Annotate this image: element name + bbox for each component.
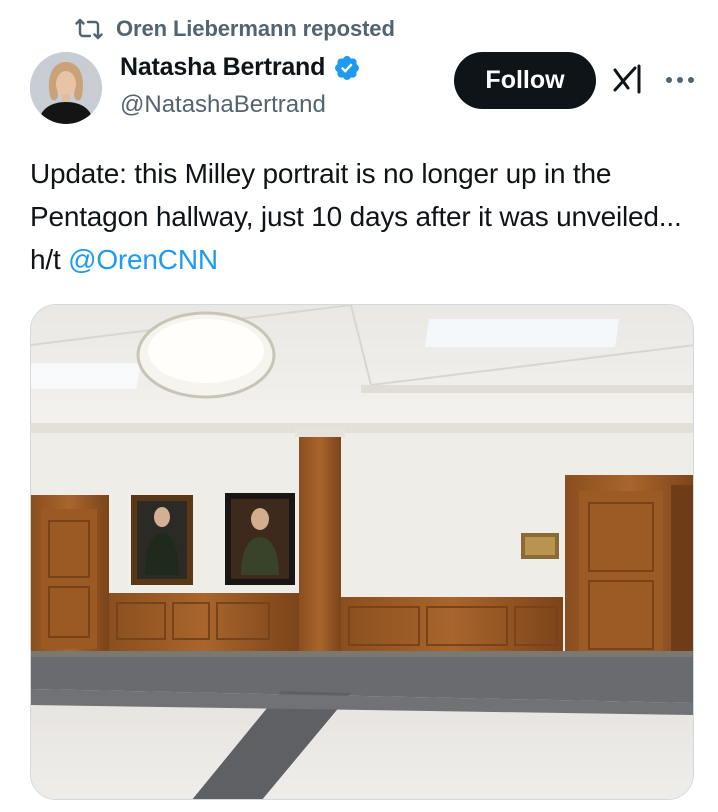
more-options-icon[interactable] [660,62,700,98]
repost-indicator[interactable]: Oren Liebermann reposted [74,14,395,44]
follow-button[interactable]: Follow [454,52,596,109]
grok-icon[interactable] [610,62,646,98]
verified-badge-icon [333,54,361,82]
avatar[interactable] [30,52,102,124]
dot-icon [677,77,683,83]
dot-icon [688,77,694,83]
mention-link[interactable]: @OrenCNN [68,244,218,275]
author-handle[interactable]: @NatashaBertrand [120,91,326,119]
author-name-row[interactable]: Natasha Bertrand [120,53,361,82]
author-display-name[interactable]: Natasha Bertrand [120,53,325,82]
tweet-media-image[interactable] [30,304,694,800]
repost-icon [74,14,104,44]
tweet-text: Update: this Milley portrait is no longe… [30,152,700,281]
repost-label: Oren Liebermann reposted [116,16,395,41]
dot-icon [666,77,672,83]
